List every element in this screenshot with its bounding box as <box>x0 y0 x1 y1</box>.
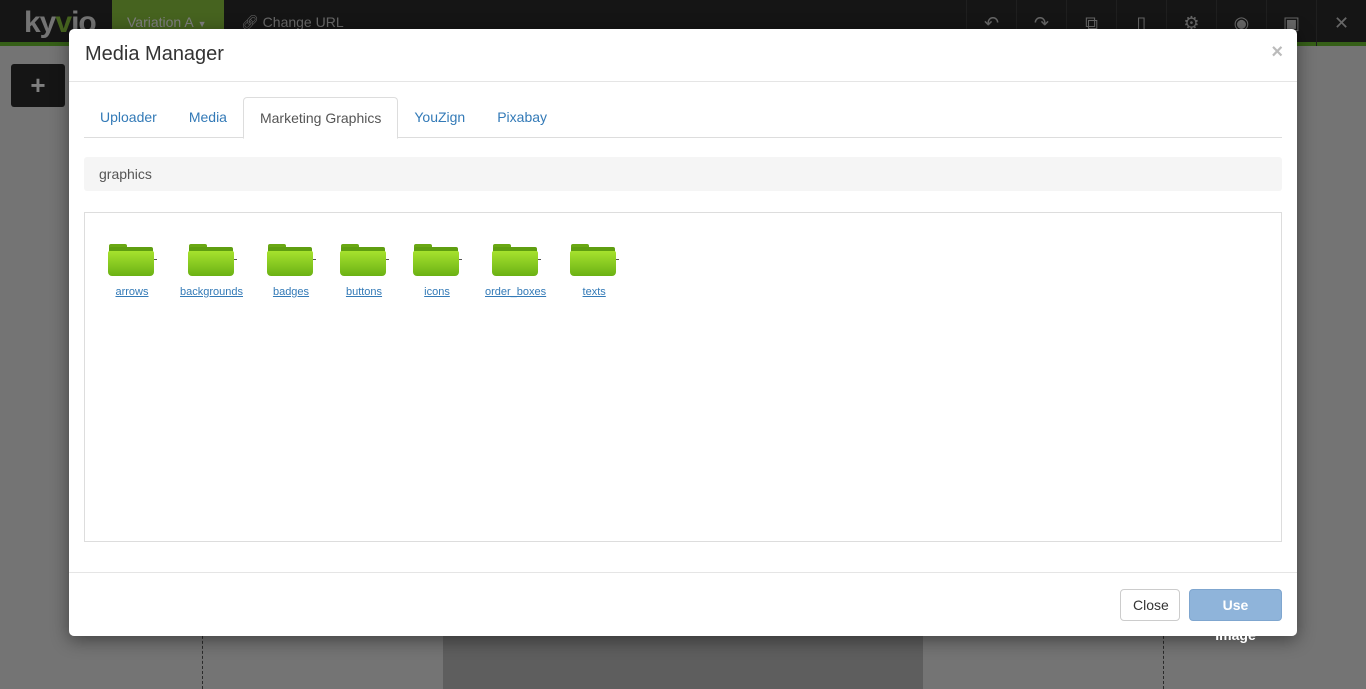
modal-header: Media Manager × <box>69 29 1297 82</box>
folder-item-texts[interactable]: texts <box>569 241 620 298</box>
close-icon[interactable]: × <box>1271 41 1283 64</box>
folder-icon[interactable] <box>491 241 541 279</box>
tab-pixabay[interactable]: Pixabay <box>481 97 563 138</box>
folder-link[interactable]: badges <box>273 286 309 298</box>
tab-youzign[interactable]: YouZign <box>398 97 481 138</box>
folder-item-backgrounds[interactable]: backgrounds <box>180 241 243 298</box>
media-manager-modal: Media Manager × Uploader Media Marketing… <box>69 29 1297 643</box>
close-button[interactable]: Close <box>1120 589 1180 621</box>
modal-title: Media Manager <box>85 43 224 65</box>
folder-link[interactable]: icons <box>424 286 450 298</box>
media-tabs: Uploader Media Marketing Graphics YouZig… <box>84 97 1282 139</box>
folder-link[interactable]: backgrounds <box>180 286 243 298</box>
tab-uploader[interactable]: Uploader <box>84 97 173 138</box>
folder-item-order-boxes[interactable]: order_boxes <box>485 241 546 298</box>
folder-link[interactable]: buttons <box>346 286 382 298</box>
breadcrumb: graphics <box>84 157 1282 191</box>
folder-item-buttons[interactable]: buttons <box>339 241 389 298</box>
file-browser: arrows backgrounds badges buttons icons … <box>84 212 1282 542</box>
folder-icon[interactable] <box>187 241 237 279</box>
folder-link[interactable]: texts <box>583 286 606 298</box>
folder-icon[interactable] <box>412 241 462 279</box>
folder-icon[interactable] <box>339 241 389 279</box>
folder-link[interactable]: arrows <box>115 286 148 298</box>
modal-footer: Close Use Image <box>69 572 1297 643</box>
folder-link[interactable]: order_boxes <box>485 286 546 298</box>
tab-marketing-graphics[interactable]: Marketing Graphics <box>242 97 399 139</box>
folder-icon[interactable] <box>569 241 620 279</box>
folder-item-arrows[interactable]: arrows <box>107 241 157 298</box>
folder-list: arrows backgrounds badges buttons icons … <box>107 241 642 298</box>
use-image-button[interactable]: Use Image <box>1189 589 1282 643</box>
tab-media[interactable]: Media <box>173 97 243 138</box>
breadcrumb-path[interactable]: graphics <box>99 166 152 182</box>
folder-item-badges[interactable]: badges <box>266 241 316 298</box>
folder-icon[interactable] <box>266 241 316 279</box>
folder-icon[interactable] <box>107 241 157 279</box>
folder-item-icons[interactable]: icons <box>412 241 462 298</box>
